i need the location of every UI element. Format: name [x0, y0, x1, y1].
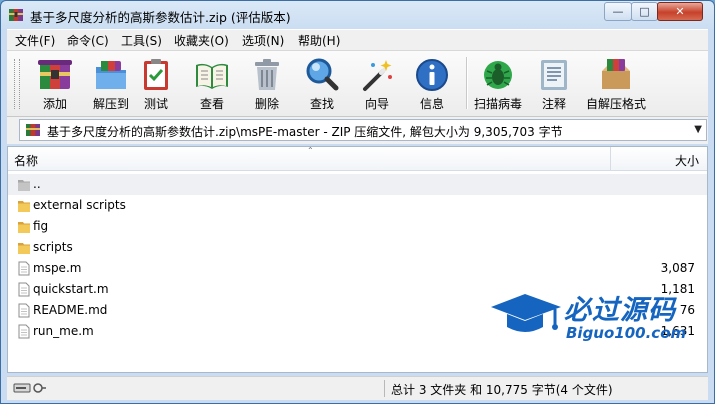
menu-commands[interactable]: 命令(C)	[67, 32, 109, 49]
file-name: external scripts	[33, 198, 126, 212]
file-name: mspe.m	[33, 261, 82, 275]
file-name: quickstart.m	[33, 282, 109, 296]
document-icon	[18, 303, 30, 318]
file-name: fig	[33, 219, 49, 233]
menu-help[interactable]: 帮助(H)	[298, 32, 340, 49]
document-icon	[18, 261, 30, 276]
file-name: README.md	[33, 303, 108, 317]
comment-icon	[541, 60, 567, 90]
address-field[interactable]: 基于多尺度分析的高斯参数估计.zip\msPE-master - ZIP 压缩文…	[19, 119, 707, 141]
sfx-box-icon	[602, 59, 630, 89]
status-bar: 总计 3 文件夹 和 10,775 字节(4 个文件)	[7, 376, 708, 400]
extract-to-icon	[96, 61, 126, 89]
document-icon	[18, 282, 30, 297]
file-list-header: 名称 ⌃ 大小	[8, 147, 707, 171]
column-name-header[interactable]: 名称	[14, 152, 38, 169]
watermark: 必过源码 Biguo100.com	[489, 291, 709, 351]
menu-tools[interactable]: 工具(S)	[121, 32, 162, 49]
list-item-folder[interactable]: external scripts	[8, 195, 707, 216]
folder-icon	[18, 243, 30, 254]
magnifier-icon	[306, 58, 339, 91]
list-item-file[interactable]: mspe.m 3,087	[8, 258, 707, 279]
toolbar: 添加 解压到 测试 查看 删除 查找 向导 信息 扫描病毒 注释 自解压格式	[7, 50, 708, 117]
status-divider	[384, 380, 385, 397]
column-divider[interactable]	[610, 147, 611, 170]
trash-icon	[255, 59, 279, 90]
info-icon	[416, 59, 448, 91]
watermark-title: 必过源码	[564, 295, 676, 326]
menu-options[interactable]: 选项(N)	[242, 32, 284, 49]
folder-icon	[18, 222, 30, 233]
list-item-parent[interactable]: ..	[8, 174, 707, 195]
column-size-header[interactable]: 大小	[675, 152, 699, 169]
list-item-folder[interactable]: scripts	[8, 237, 707, 258]
comment-button[interactable]: 注释	[525, 56, 583, 114]
sfx-button[interactable]: 自解压格式	[586, 56, 646, 114]
file-name: run_me.m	[33, 324, 94, 338]
title-bar: 基于多尺度分析的高斯参数估计.zip (评估版本) — □ ✕	[1, 1, 714, 29]
sfx-label: 自解压格式	[585, 97, 646, 111]
address-dropdown-icon[interactable]: ▼	[694, 124, 702, 135]
bug-icon	[484, 61, 512, 89]
address-path: 基于多尺度分析的高斯参数估计.zip\msPE-master - ZIP 压缩文…	[47, 125, 563, 139]
folder-icon	[18, 201, 30, 212]
menu-bar: 文件(F) 命令(C) 工具(S) 收藏夹(O) 选项(N) 帮助(H)	[7, 29, 708, 51]
info-label: 信息	[419, 97, 444, 111]
view-icon	[196, 63, 228, 89]
winrar-app-icon[interactable]	[8, 7, 24, 23]
info-button[interactable]: 信息	[403, 56, 461, 114]
window-title: 基于多尺度分析的高斯参数估计.zip (评估版本)	[30, 10, 291, 25]
minimize-button[interactable]: —	[604, 2, 632, 21]
file-size: 3,087	[660, 261, 695, 275]
graduation-cap-logo-icon	[491, 294, 561, 332]
file-name: ..	[33, 177, 41, 191]
menu-file[interactable]: 文件(F)	[15, 32, 55, 49]
drive-key-icon[interactable]	[13, 381, 47, 395]
address-bar: 基于多尺度分析的高斯参数估计.zip\msPE-master - ZIP 压缩文…	[7, 117, 708, 144]
watermark-url: Biguo100.com	[566, 324, 687, 342]
document-icon	[18, 324, 30, 339]
add-archive-icon	[38, 60, 72, 89]
close-button[interactable]: ✕	[657, 2, 703, 21]
status-summary: 总计 3 文件夹 和 10,775 字节(4 个文件)	[391, 383, 613, 397]
magic-wand-icon	[363, 60, 392, 91]
menu-favorites[interactable]: 收藏夹(O)	[174, 32, 229, 49]
parent-folder-icon	[18, 180, 30, 191]
zip-archive-icon	[26, 124, 40, 136]
list-item-folder[interactable]: fig	[8, 216, 707, 237]
test-icon	[144, 59, 168, 90]
file-name: scripts	[33, 240, 73, 254]
sort-ascending-icon: ⌃	[307, 146, 314, 155]
maximize-button[interactable]: □	[631, 2, 658, 21]
winrar-window: 基于多尺度分析的高斯参数估计.zip (评估版本) — □ ✕ 文件(F) 命令…	[0, 0, 715, 404]
